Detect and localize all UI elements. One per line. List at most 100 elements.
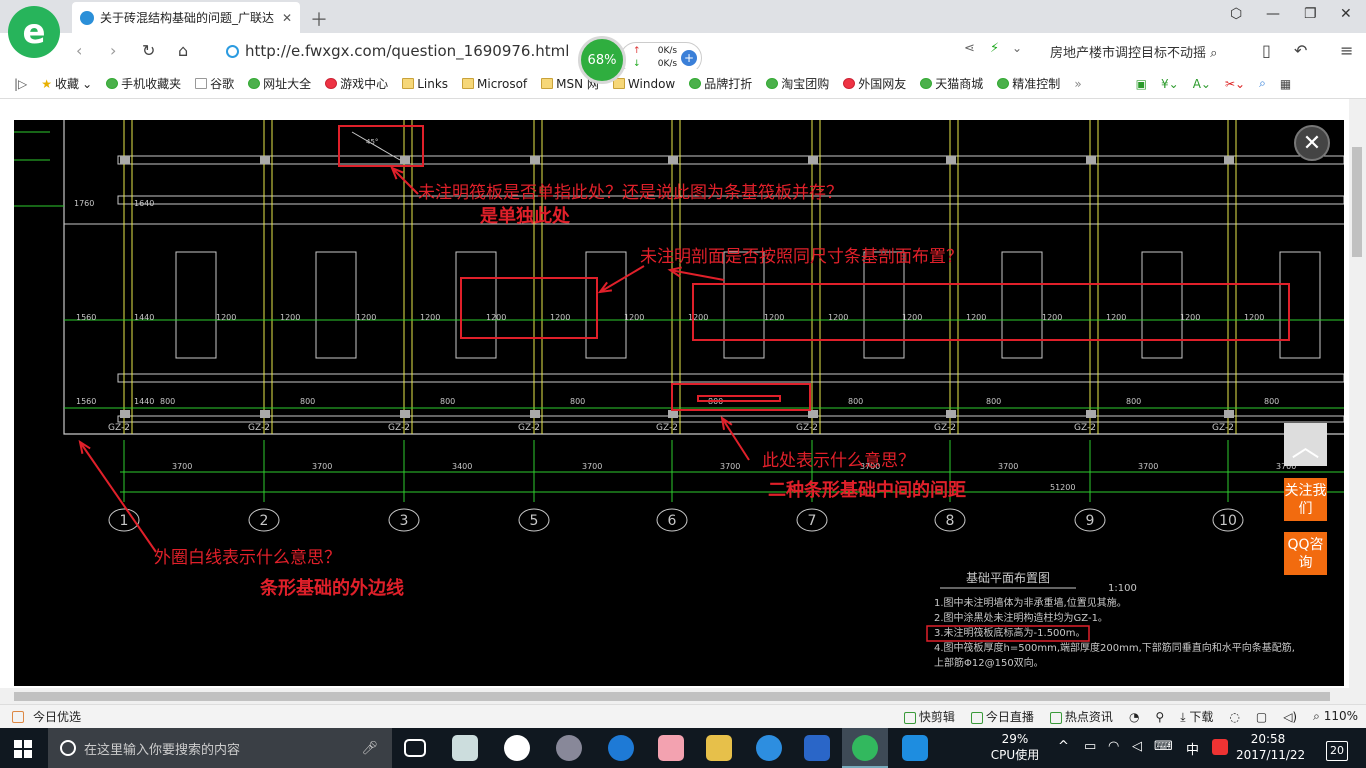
share-icon[interactable]: ⋖ [964, 41, 975, 56]
search-icon[interactable]: ⌕ [1210, 46, 1217, 61]
microphone-icon[interactable]: 🎤︎ [361, 741, 378, 756]
status-item[interactable]: 今日直播 [970, 708, 1034, 725]
close-window-icon[interactable]: ✕ [1340, 6, 1352, 22]
minimize-icon[interactable]: — [1266, 6, 1280, 22]
horizontal-scrollbar[interactable] [0, 688, 1366, 704]
clean-icon[interactable]: ◌ [1229, 710, 1239, 724]
clock[interactable]: 20:58 2017/11/22 [1236, 731, 1305, 763]
restore-icon[interactable]: ❐ [1304, 6, 1317, 22]
bookmark-item[interactable]: 谷歌 [195, 75, 234, 92]
edge-icon[interactable] [608, 735, 634, 761]
sound-icon[interactable]: ◁) [1283, 710, 1297, 724]
column-marker [120, 156, 130, 164]
leaf-icon [766, 78, 779, 89]
bookmark-item[interactable]: 天猫商城 [920, 75, 983, 92]
network-tray-icon[interactable]: ▭ [1084, 739, 1096, 754]
g-app-icon[interactable] [804, 735, 830, 761]
undo-icon[interactable]: ↶ [1294, 41, 1307, 60]
plus-icon[interactable]: + [681, 50, 697, 66]
bookmark-item[interactable]: 游戏中心 [325, 75, 388, 92]
volume-icon[interactable]: ◁ [1132, 739, 1142, 754]
ime-indicator[interactable]: 中 [1186, 739, 1199, 758]
column-marker [1224, 156, 1234, 164]
bookmark-item[interactable]: 品牌打折 [689, 75, 752, 92]
apps-grid-icon[interactable]: ▦ [1280, 77, 1291, 91]
search-box[interactable]: 房地产楼市调控目标不动摇 ⌕ [1050, 42, 1230, 61]
bookmark-item[interactable]: ★ 收藏 ⌄ [41, 75, 92, 92]
bookmark-item[interactable]: Links [402, 77, 448, 91]
beam-band [117, 415, 1344, 423]
dim-label: 1200 [966, 313, 986, 322]
bookmark-item[interactable]: 网址大全 [248, 75, 311, 92]
sogou-icon[interactable] [1212, 739, 1228, 755]
reader-icon[interactable]: ▣ [1136, 77, 1147, 91]
forward-icon[interactable]: › [110, 41, 116, 60]
globe-icon [248, 78, 261, 89]
taskbar-search[interactable]: 在这里输入你要搜索的内容 🎤︎ [48, 728, 392, 768]
task-view-icon[interactable] [404, 739, 426, 757]
home-icon[interactable]: ⌂ [178, 41, 188, 60]
chat-icon [997, 78, 1010, 89]
notification-center-icon[interactable]: 20 [1326, 741, 1348, 761]
opening-rect [1141, 251, 1183, 359]
follow-us-button[interactable]: 关注我们 [1284, 478, 1327, 521]
coupon-icon[interactable]: ¥⌄ [1161, 77, 1179, 91]
bookmark-item[interactable]: 外国网友 [843, 75, 906, 92]
reload-icon[interactable]: ↻ [142, 41, 155, 60]
qq-consult-button[interactable]: QQ咨询 [1284, 532, 1327, 575]
bookmark-item[interactable]: 精准控制 [997, 75, 1060, 92]
internet-explorer-icon[interactable] [756, 735, 782, 761]
speed-ball[interactable]: 68% [578, 36, 626, 84]
chevron-down-icon[interactable]: ⌄ [1012, 41, 1022, 55]
bookmark-item[interactable]: 手机收藏夹 [106, 75, 181, 92]
vertical-scrollbar[interactable] [1349, 99, 1366, 688]
pin-icon[interactable]: ⚲ [1155, 710, 1164, 724]
remote-app-icon[interactable] [902, 735, 928, 761]
sidebar-toggle-icon[interactable]: |▷ [14, 77, 27, 91]
ie-app-icon[interactable] [504, 735, 530, 761]
dim-label: 800 [570, 397, 585, 406]
opening-rect [1279, 251, 1321, 359]
live-icon [970, 711, 983, 724]
speedometer-icon[interactable]: ◔ [1129, 710, 1139, 724]
close-viewer-button[interactable]: ✕ [1294, 125, 1330, 161]
status-item[interactable]: 热点资讯 [1049, 708, 1113, 725]
bookmark-item[interactable]: Window [612, 77, 675, 91]
translate-icon[interactable]: A⌄ [1193, 77, 1211, 91]
windows-start-icon[interactable] [14, 740, 32, 758]
status-item[interactable]: 快剪辑 [903, 708, 955, 725]
window-icon[interactable]: ▢ [1256, 710, 1267, 724]
status-item[interactable]: ⤓ 下载 [1180, 708, 1213, 725]
find-icon[interactable]: ⌕ [1259, 76, 1266, 91]
site-security-icon [226, 44, 239, 58]
phone-icon[interactable]: ▯ [1262, 41, 1271, 60]
keyboard-icon[interactable]: ⌨ [1154, 739, 1173, 754]
skin-icon[interactable]: ⬡ [1230, 6, 1242, 22]
more-bookmarks-icon[interactable]: » [1074, 77, 1081, 91]
address-bar[interactable]: http://e.fwxgx.com/question_1690976.html [226, 40, 576, 62]
file-explorer-icon[interactable] [706, 735, 732, 761]
new-tab-icon[interactable]: ＋ [310, 6, 328, 32]
fan-app-icon[interactable] [452, 735, 478, 761]
store-icon[interactable] [658, 735, 684, 761]
active-browser-app[interactable] [842, 728, 888, 768]
zoom-level[interactable]: ⌕ 110% [1313, 709, 1358, 724]
leaf-icon [920, 78, 933, 89]
scissors-icon[interactable]: ✂⌄ [1225, 77, 1245, 91]
tab-close-icon[interactable]: ✕ [282, 11, 292, 25]
bookmark-item[interactable]: Microsof [462, 77, 527, 91]
back-to-top-button[interactable]: ︿ [1284, 423, 1327, 466]
menu-icon[interactable]: ≡ [1340, 41, 1353, 60]
cpu-meter[interactable]: 29% CPU使用 [990, 731, 1040, 763]
back-icon[interactable]: ‹ [76, 41, 82, 60]
lightning-icon[interactable]: ⚡ [990, 41, 999, 56]
chrome-app-icon[interactable] [556, 735, 582, 761]
beam-band [117, 155, 1344, 165]
browser-logo-icon[interactable]: e [8, 6, 60, 58]
bookmark-item[interactable]: 淘宝团购 [766, 75, 829, 92]
browser-app-icon [852, 735, 878, 761]
wifi-icon[interactable]: ◠ [1108, 739, 1119, 754]
tray-chevron-icon[interactable]: ^ [1058, 739, 1069, 754]
status-today-picks[interactable]: 今日优选 [33, 708, 81, 725]
browser-tab[interactable]: 关于砖混结构基础的问题_广联达 ✕ [72, 2, 300, 33]
